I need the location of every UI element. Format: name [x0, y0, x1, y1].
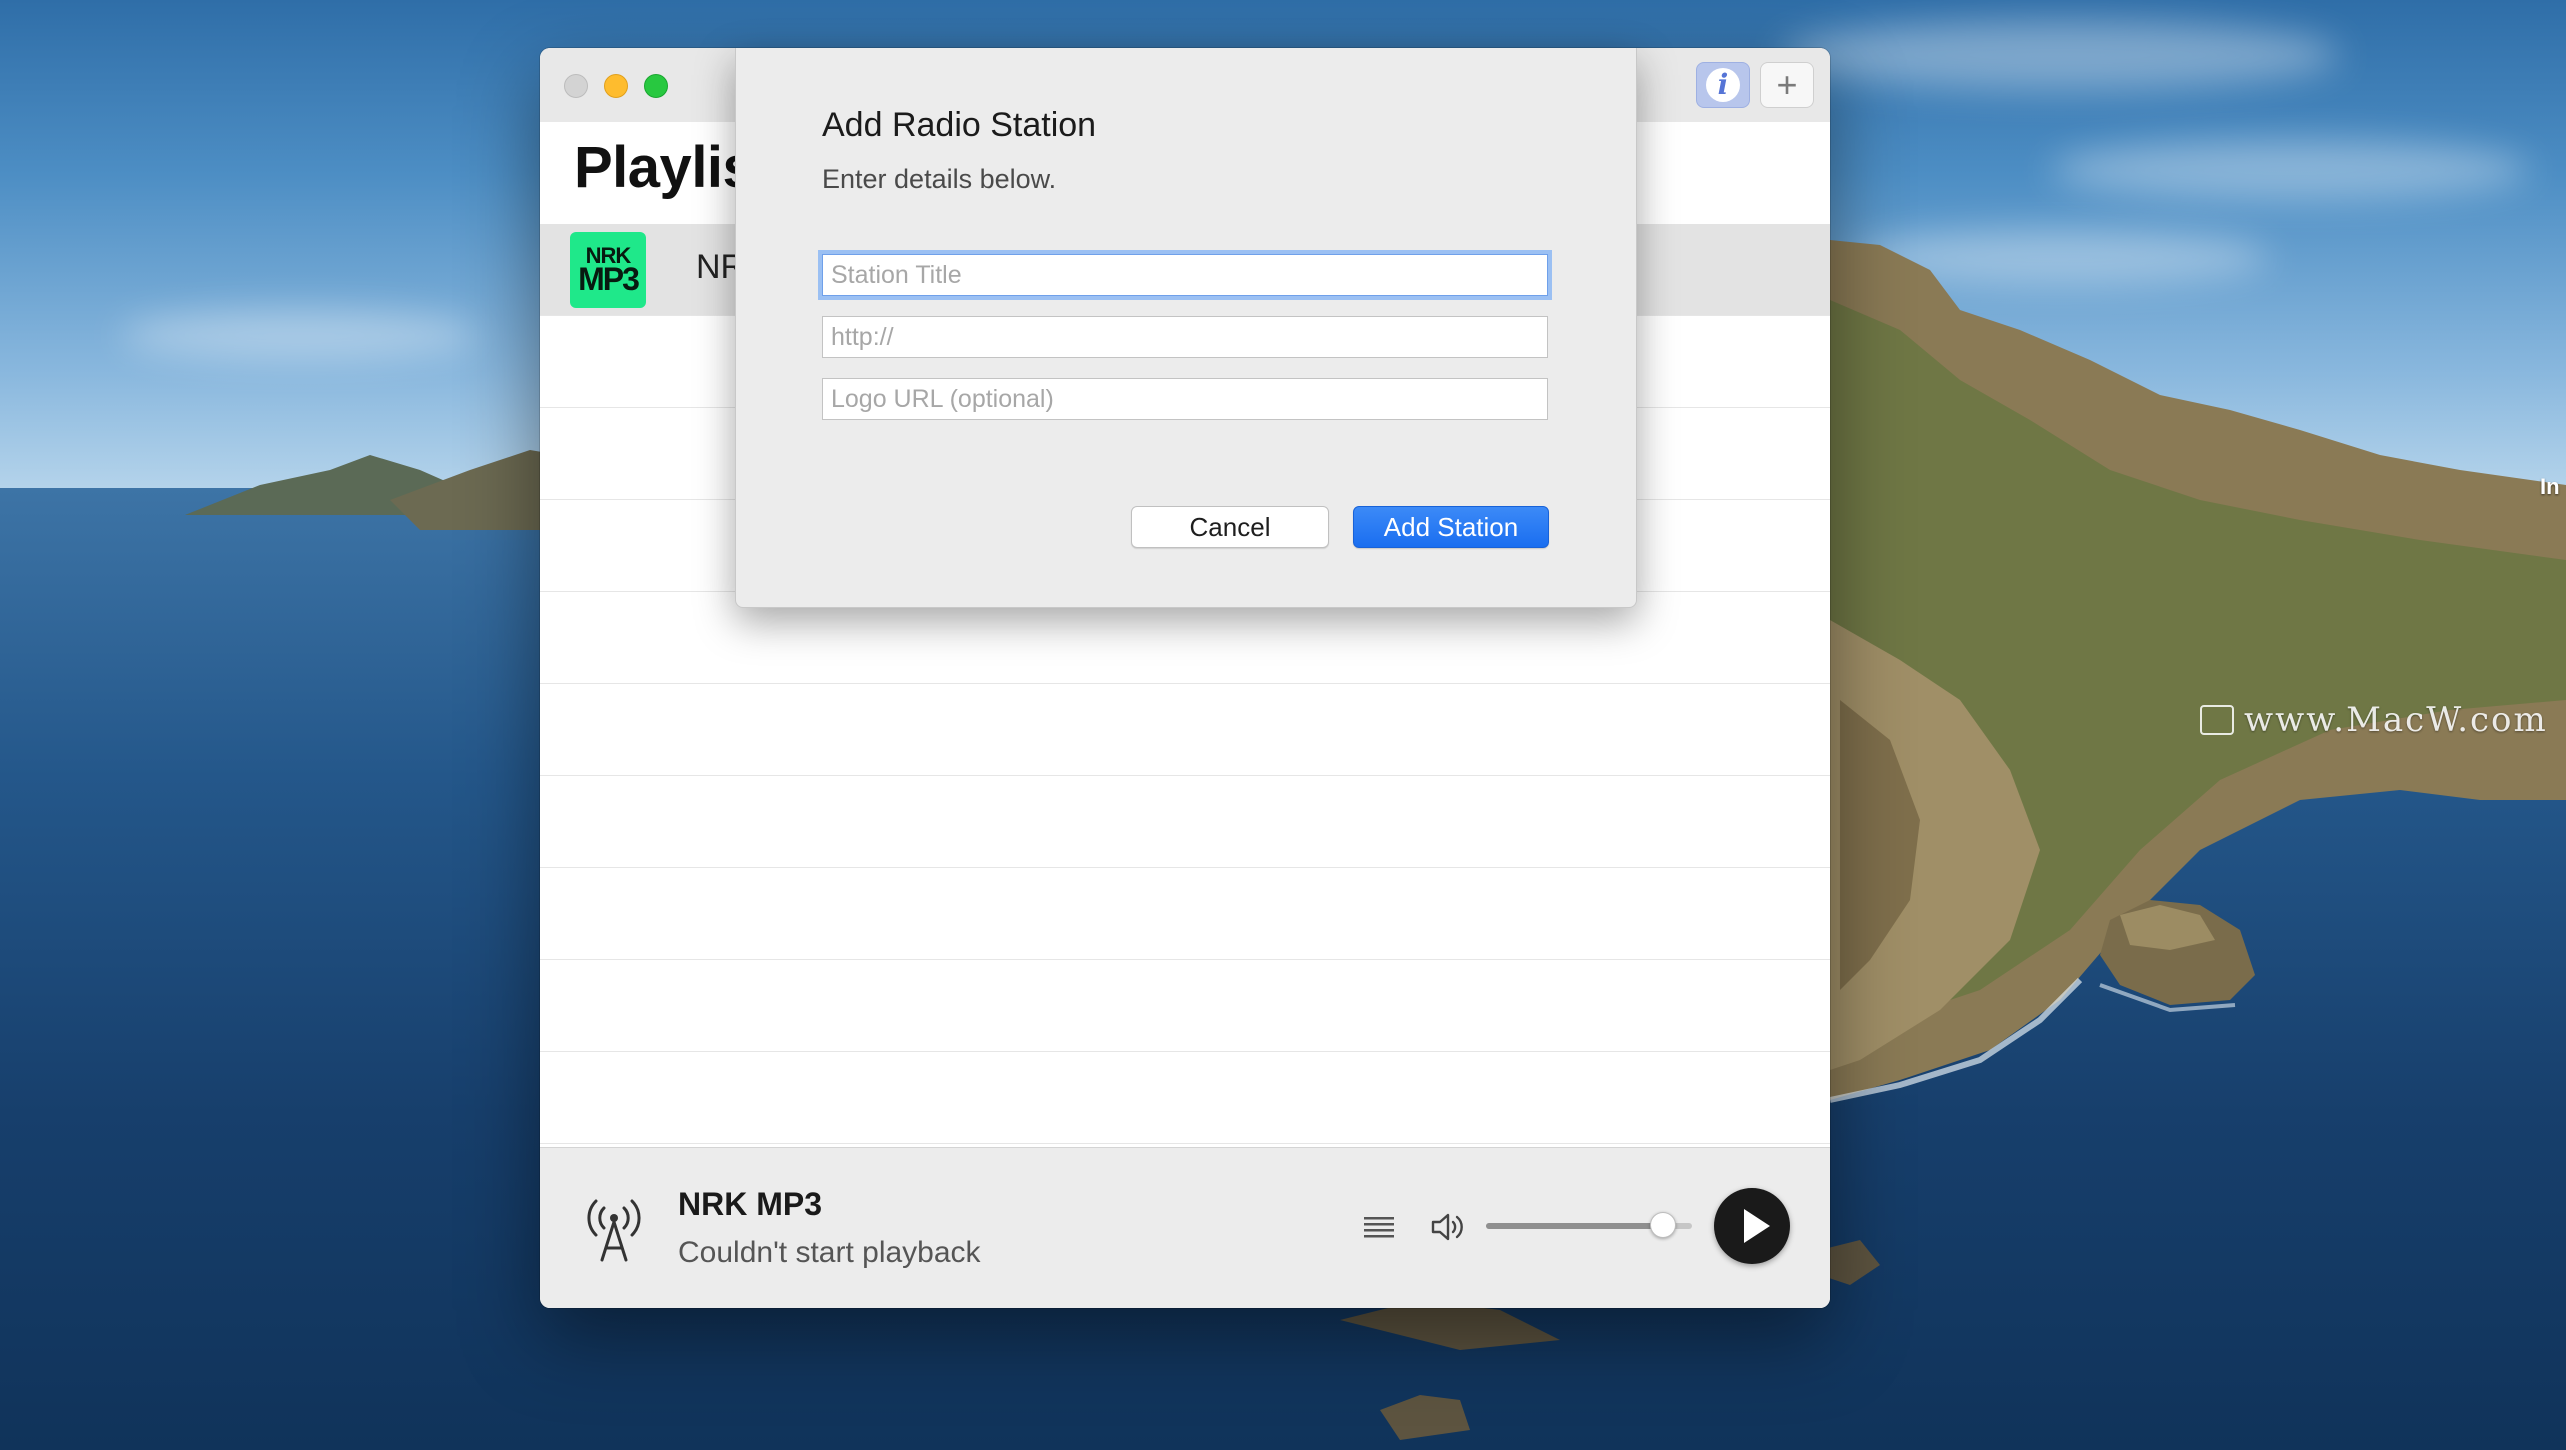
antenna-icon — [587, 1199, 641, 1262]
volume-slider-fill — [1486, 1223, 1664, 1229]
watermark-text: www.MacW.com — [2244, 700, 2548, 740]
playback-status: Couldn't start playback — [678, 1236, 981, 1269]
add-radio-station-dialog: Add Radio Station Enter details below. C… — [735, 48, 1637, 608]
player-bar: NRK MP3 Couldn't start playback — [540, 1147, 1830, 1308]
watermark: www.MacW.com — [2200, 700, 2548, 740]
page-title: Playlis — [574, 135, 755, 200]
minimize-window-button[interactable] — [604, 74, 628, 98]
close-window-button[interactable] — [564, 74, 588, 98]
station-logo: NRK MP3 — [570, 232, 646, 308]
plus-icon: + — [1776, 64, 1798, 105]
dialog-subtitle: Enter details below. — [822, 164, 1057, 194]
zoom-window-button[interactable] — [644, 74, 668, 98]
station-url-input[interactable] — [822, 316, 1548, 358]
add-station-button[interactable]: Add Station — [1353, 506, 1549, 548]
cancel-button[interactable]: Cancel — [1131, 506, 1329, 548]
empty-row — [540, 684, 1830, 776]
empty-row — [540, 868, 1830, 960]
volume-slider-thumb[interactable] — [1650, 1212, 1677, 1238]
info-icon: i — [1706, 68, 1740, 102]
empty-row — [540, 1052, 1830, 1144]
desktop-edge-label: In — [2540, 474, 2560, 499]
station-title-input[interactable] — [822, 254, 1548, 296]
info-button[interactable]: i — [1696, 62, 1750, 108]
speaker-icon[interactable] — [1430, 1210, 1466, 1244]
add-station-toolbar-button[interactable]: + — [1760, 62, 1814, 108]
now-playing-title: NRK MP3 — [678, 1186, 823, 1222]
play-button[interactable] — [1714, 1188, 1790, 1264]
station-logo-bottom-text: MP3 — [578, 260, 640, 297]
dialog-title: Add Radio Station — [822, 106, 1097, 144]
empty-row — [540, 960, 1830, 1052]
logo-url-input[interactable] — [822, 378, 1548, 420]
empty-row — [540, 776, 1830, 868]
list-icon[interactable] — [1364, 1214, 1394, 1240]
watermark-logo-icon — [2200, 705, 2234, 735]
play-icon — [1744, 1209, 1770, 1243]
volume-slider[interactable] — [1486, 1212, 1692, 1240]
